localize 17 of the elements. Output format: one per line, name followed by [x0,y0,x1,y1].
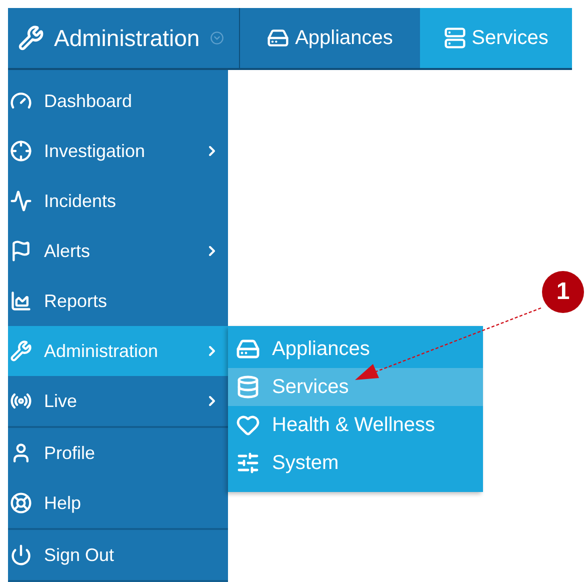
sidebar-item[interactable]: Dashboard [8,76,228,126]
sidebar-item[interactable]: Profile [8,428,228,478]
submenu-item[interactable]: Appliances [228,330,483,368]
sidebar-item[interactable]: Help [8,478,228,528]
sidebar-item[interactable]: Administration [8,326,228,376]
sidebar-item[interactable]: Investigation [8,126,228,176]
sidebar-item[interactable]: Reports [8,276,228,326]
sidebar-item[interactable]: Alerts [8,226,228,276]
sidebar-item[interactable]: Live [8,376,228,426]
submenu-item[interactable]: Health & Wellness [228,406,483,444]
step-number: 1 [542,271,584,313]
sidebar-item[interactable]: Sign Out [8,530,228,580]
submenu-item[interactable]: System [228,444,483,482]
nav-tab[interactable]: Services [420,8,572,68]
dropdown-icon[interactable] [210,31,224,45]
section-title: Administration [54,24,200,52]
sidebar-item[interactable]: Incidents [8,176,228,226]
